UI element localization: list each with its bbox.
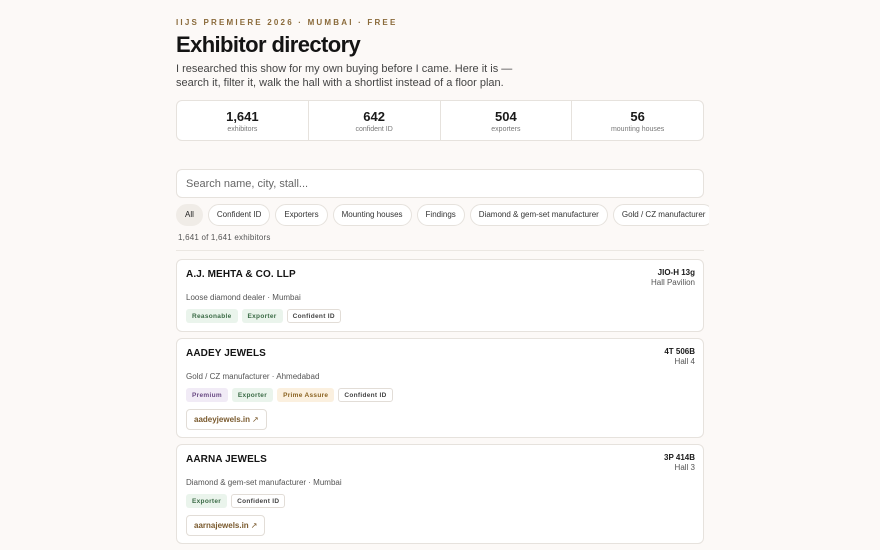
- badge-confident-id: Confident ID: [231, 494, 286, 508]
- filter-chip-exporters[interactable]: Exporters: [275, 204, 328, 226]
- exhibitor-card[interactable]: AADEY JEWELS 4T 506B Hall 4 Gold / CZ ma…: [176, 338, 704, 438]
- badge-list: Exporter Confident ID: [186, 494, 286, 508]
- badge-list: Premium Exporter Prime Assure Confident …: [186, 388, 393, 402]
- badge-exporter: Exporter: [241, 309, 283, 323]
- search-input[interactable]: [176, 169, 704, 198]
- exhibitor-meta: Diamond & gem-set manufacturer · Mumbai: [186, 478, 342, 487]
- website-link[interactable]: aadeyjewels.in ↗: [186, 409, 267, 430]
- exhibitor-meta: Loose diamond dealer · Mumbai: [186, 293, 301, 302]
- badge-exporter: Exporter: [186, 494, 228, 508]
- stat-label: exhibitors: [227, 126, 258, 133]
- result-count: 1,641 of 1,641 exhibitors: [178, 233, 271, 242]
- stat-value: 1,641: [226, 109, 259, 124]
- stat-mounting-houses: 56 mounting houses: [571, 101, 703, 140]
- website-label: aadeyjewels.in: [194, 415, 251, 424]
- stall-number: JIO-H 13g: [657, 268, 695, 277]
- stat-value: 504: [495, 109, 517, 124]
- hall-name: Hall 3: [674, 463, 695, 472]
- website-label: aarnajewels.in: [194, 521, 249, 530]
- stat-label: mounting houses: [610, 126, 665, 133]
- stat-exhibitors: 1,641 exhibitors: [177, 101, 308, 140]
- event-eyebrow: IIJS PREMIERE 2026 · MUMBAI · FREE: [176, 18, 398, 27]
- filter-chips: All Confident ID Exporters Mounting hous…: [176, 204, 709, 226]
- exhibitor-list: A.J. MEHTA & CO. LLP JIO-H 13g Hall Pavi…: [176, 259, 704, 550]
- exhibitor-meta: Gold / CZ manufacturer · Ahmedabad: [186, 372, 320, 381]
- badge-confident-id: Confident ID: [338, 388, 393, 402]
- badge-list: Reasonable Exporter Confident ID: [186, 309, 341, 323]
- exhibitor-card[interactable]: AARNA JEWELS 3P 414B Hall 3 Diamond & ge…: [176, 444, 704, 544]
- exhibitor-name: A.J. MEHTA & CO. LLP: [186, 269, 296, 280]
- badge-prime-assure: Prime Assure: [277, 388, 335, 402]
- filter-chip-confident-id[interactable]: Confident ID: [207, 204, 271, 226]
- divider: [176, 250, 704, 251]
- hall-name: Hall Pavilion: [650, 278, 695, 287]
- stat-value: 642: [363, 109, 385, 124]
- external-link-icon: ↗: [250, 521, 258, 530]
- stats-bar: 1,641 exhibitors 642 confident ID 504 ex…: [176, 100, 704, 141]
- badge-premium: Premium: [186, 388, 228, 402]
- filter-chip-diamond-gem-set[interactable]: Diamond & gem-set manufacturer: [469, 204, 608, 226]
- stat-label: exporters: [491, 126, 521, 133]
- filter-chip-findings[interactable]: Findings: [416, 204, 465, 226]
- exhibitor-name: AARNA JEWELS: [186, 454, 267, 465]
- filter-chip-all[interactable]: All: [176, 204, 203, 226]
- page-title: Exhibitor directory: [176, 32, 361, 57]
- stall-number: 3P 414B: [664, 453, 695, 462]
- stall-number: 4T 506B: [664, 347, 695, 356]
- hall-name: Hall 4: [674, 357, 695, 366]
- badge-exporter: Exporter: [231, 388, 274, 402]
- filter-chip-gold-cz[interactable]: Gold / CZ manufacturer: [612, 204, 709, 226]
- stat-exporters: 504 exporters: [439, 101, 572, 140]
- exhibitor-card[interactable]: A.J. MEHTA & CO. LLP JIO-H 13g Hall Pavi…: [176, 259, 704, 332]
- intro-text: I researched this show for my own buying…: [176, 63, 513, 89]
- filter-chip-mounting-houses[interactable]: Mounting houses: [332, 204, 412, 226]
- external-link-icon: ↗: [252, 415, 259, 424]
- badge-confident-id: Confident ID: [286, 309, 341, 323]
- stat-label: confident ID: [355, 126, 393, 133]
- exhibitor-name: AADEY JEWELS: [186, 348, 266, 359]
- stat-value: 56: [630, 109, 645, 124]
- badge-reasonable: Reasonable: [186, 309, 238, 323]
- stat-confident-id: 642 confident ID: [307, 101, 440, 140]
- website-link[interactable]: aarnajewels.in ↗: [186, 515, 266, 536]
